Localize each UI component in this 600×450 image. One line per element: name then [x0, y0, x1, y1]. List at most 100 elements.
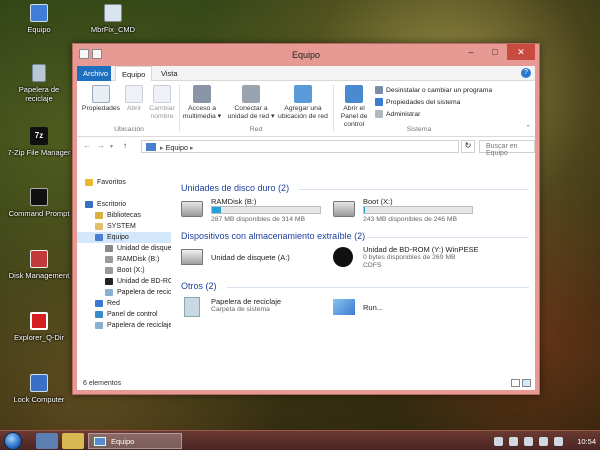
tiles-view-icon[interactable] [522, 379, 531, 387]
address-box[interactable]: ▸ Equipo ▸ [141, 140, 459, 153]
nav-item[interactable]: Panel de control [77, 309, 171, 320]
drive-free-space: 0 bytes disponibles de 269 MB [363, 254, 456, 261]
drive-boot[interactable]: Boot (X:) 243 MB disponibles de 246 MB [333, 197, 483, 223]
section-divider [299, 189, 529, 190]
open-button[interactable]: Abrir [121, 85, 147, 113]
network-drive-icon [242, 85, 260, 103]
nav-item-label: SYSTEM [107, 223, 136, 230]
nav-item-label: Escritorio [97, 201, 127, 208]
volume-tray-icon[interactable] [539, 436, 549, 446]
nav-item[interactable]: Boot (X:) [77, 265, 171, 276]
nav-item-icon [105, 245, 113, 252]
search-input[interactable]: Buscar en Equipo [479, 140, 535, 157]
drive-ramdisk[interactable]: RAMDisk (B:) 287 MB disponibles de 314 M… [181, 197, 331, 223]
explorer-window: Equipo – □ ✕ Archivo Equipo Vista ? Prop… [72, 43, 540, 395]
nav-item[interactable]: RAMDisk (B:) [77, 254, 171, 265]
up-button[interactable]: ↑ [123, 141, 127, 150]
section-divider [227, 287, 529, 288]
terminal-icon [30, 188, 48, 206]
drive-usage-bar [363, 206, 473, 214]
open-control-panel-button[interactable]: Abrir el Panel de control [335, 85, 373, 129]
desktop-icon-cmd[interactable]: Command Prompt [4, 188, 74, 218]
settings-tray-icon[interactable] [554, 436, 564, 446]
item-run[interactable]: Run... [333, 295, 483, 325]
section-header-other[interactable]: Otros (2) [181, 281, 217, 291]
rename-button[interactable]: Cambiar nombre [147, 85, 177, 121]
desktop-icon-label: 7-Zip File Manager [7, 148, 71, 157]
system-properties-button[interactable]: Propiedades del sistema [375, 98, 460, 106]
desktop-icon-disk-management[interactable]: Disk Management [4, 250, 74, 280]
section-divider [367, 237, 529, 238]
media-access-button[interactable]: Acceso a multimedia ▾ [181, 85, 223, 121]
desktop-icon-qdir[interactable]: Explorer_Q-Dir [4, 312, 74, 342]
uninstall-program-button[interactable]: Desinstalar o cambiar un programa [375, 86, 492, 94]
nav-item-label: Papelera de reciclaje [117, 289, 171, 296]
nav-item[interactable]: Papelera de reciclaje [77, 320, 171, 331]
nav-item[interactable]: Favoritos [77, 177, 171, 188]
item-recycle-bin[interactable]: Papelera de reciclaje Carpeta de sistema [181, 295, 331, 325]
nav-item[interactable]: Bibliotecas [77, 210, 171, 221]
drive-name: Unidad de BD-ROM (Y:) WinPESE [363, 245, 479, 254]
nav-item[interactable]: Unidad de disquete [77, 243, 171, 254]
drive-floppy[interactable]: Unidad de disquete (A:) [181, 245, 331, 275]
desktop-icon-recycle-bin[interactable]: Papelera de reciclaje [4, 64, 74, 103]
tab-view[interactable]: Vista [155, 66, 184, 81]
nav-item[interactable]: SYSTEM [77, 221, 171, 232]
nav-item-label: Panel de control [107, 311, 158, 318]
hard-drive-icon [333, 201, 355, 217]
nav-item-icon [95, 223, 103, 230]
section-header-removable[interactable]: Dispositivos con almacenamiento extraíbl… [181, 231, 365, 241]
desktop-icon-lock-computer[interactable]: Lock Computer [4, 374, 74, 404]
desktop-icon-mbrfix[interactable]: MbrFix_CMD [78, 4, 148, 34]
disk-management-icon [30, 250, 48, 268]
taskbar-ie-icon[interactable] [36, 433, 58, 449]
back-button[interactable]: ← [83, 141, 91, 150]
minimize-button[interactable]: – [459, 44, 483, 60]
ribbon-separator [179, 85, 180, 132]
forward-button[interactable]: → [97, 141, 105, 150]
nav-item-label: Boot (X:) [117, 267, 145, 274]
refresh-button[interactable]: ↻ [461, 140, 475, 153]
drive-bd-rom[interactable]: Unidad de BD-ROM (Y:) WinPESE 0 bytes di… [333, 245, 483, 275]
nav-item-icon [85, 201, 93, 208]
properties-button[interactable]: Propiedades [81, 85, 121, 113]
taskbar-task-equipo[interactable]: Equipo [88, 433, 182, 449]
nav-item-icon [95, 212, 103, 219]
nav-item[interactable]: Unidad de BD-ROM [77, 276, 171, 287]
nav-item-icon [85, 179, 93, 186]
map-network-drive-button[interactable]: Conectar a unidad de red ▾ [225, 85, 277, 121]
nav-item[interactable]: Papelera de reciclaje [77, 287, 171, 298]
ribbon-separator [333, 85, 334, 132]
group-sistema: Sistema [406, 126, 432, 133]
desktop-icon-equipo[interactable]: Equipo [4, 4, 74, 34]
taskbar-explorer-icon[interactable] [62, 433, 84, 449]
group-ubicacion: Ubicación [114, 126, 144, 133]
maximize-button[interactable]: □ [483, 44, 507, 60]
details-view-icon[interactable] [511, 379, 520, 387]
collapse-ribbon-icon[interactable]: ⌃ [525, 124, 531, 132]
help-icon[interactable]: ? [521, 68, 531, 78]
nav-item-icon [95, 300, 103, 307]
close-button[interactable]: ✕ [507, 44, 535, 60]
clock[interactable]: 10:54 [577, 437, 596, 446]
nav-item-label: Favoritos [97, 179, 126, 186]
nav-item[interactable]: Escritorio [77, 199, 171, 210]
nav-item[interactable]: Red [77, 298, 171, 309]
tab-equipo[interactable]: Equipo [115, 66, 153, 82]
manage-button[interactable]: Administrar [375, 110, 420, 118]
start-button[interactable] [4, 432, 22, 450]
desktop-icon-7zip[interactable]: 7z 7-Zip File Manager [4, 127, 74, 157]
network-tray-icon[interactable] [494, 436, 504, 446]
title-bar[interactable]: Equipo – □ ✕ [73, 44, 539, 66]
section-header-hdd[interactable]: Unidades de disco duro (2) [181, 183, 289, 193]
tab-file[interactable]: Archivo [77, 66, 111, 81]
media-tray-icon[interactable] [524, 436, 534, 446]
recycle-bin-icon [184, 297, 200, 317]
add-network-location-button[interactable]: Agregar una ubicación de red [277, 85, 329, 121]
recent-chevron-icon[interactable]: ▾ [110, 143, 113, 150]
nav-item[interactable]: Equipo [77, 232, 171, 243]
keyboard-tray-icon[interactable] [509, 436, 519, 446]
taskbar: Equipo 10:54 [0, 430, 600, 450]
rename-icon [153, 85, 171, 103]
item-type: Carpeta de sistema [211, 306, 270, 313]
